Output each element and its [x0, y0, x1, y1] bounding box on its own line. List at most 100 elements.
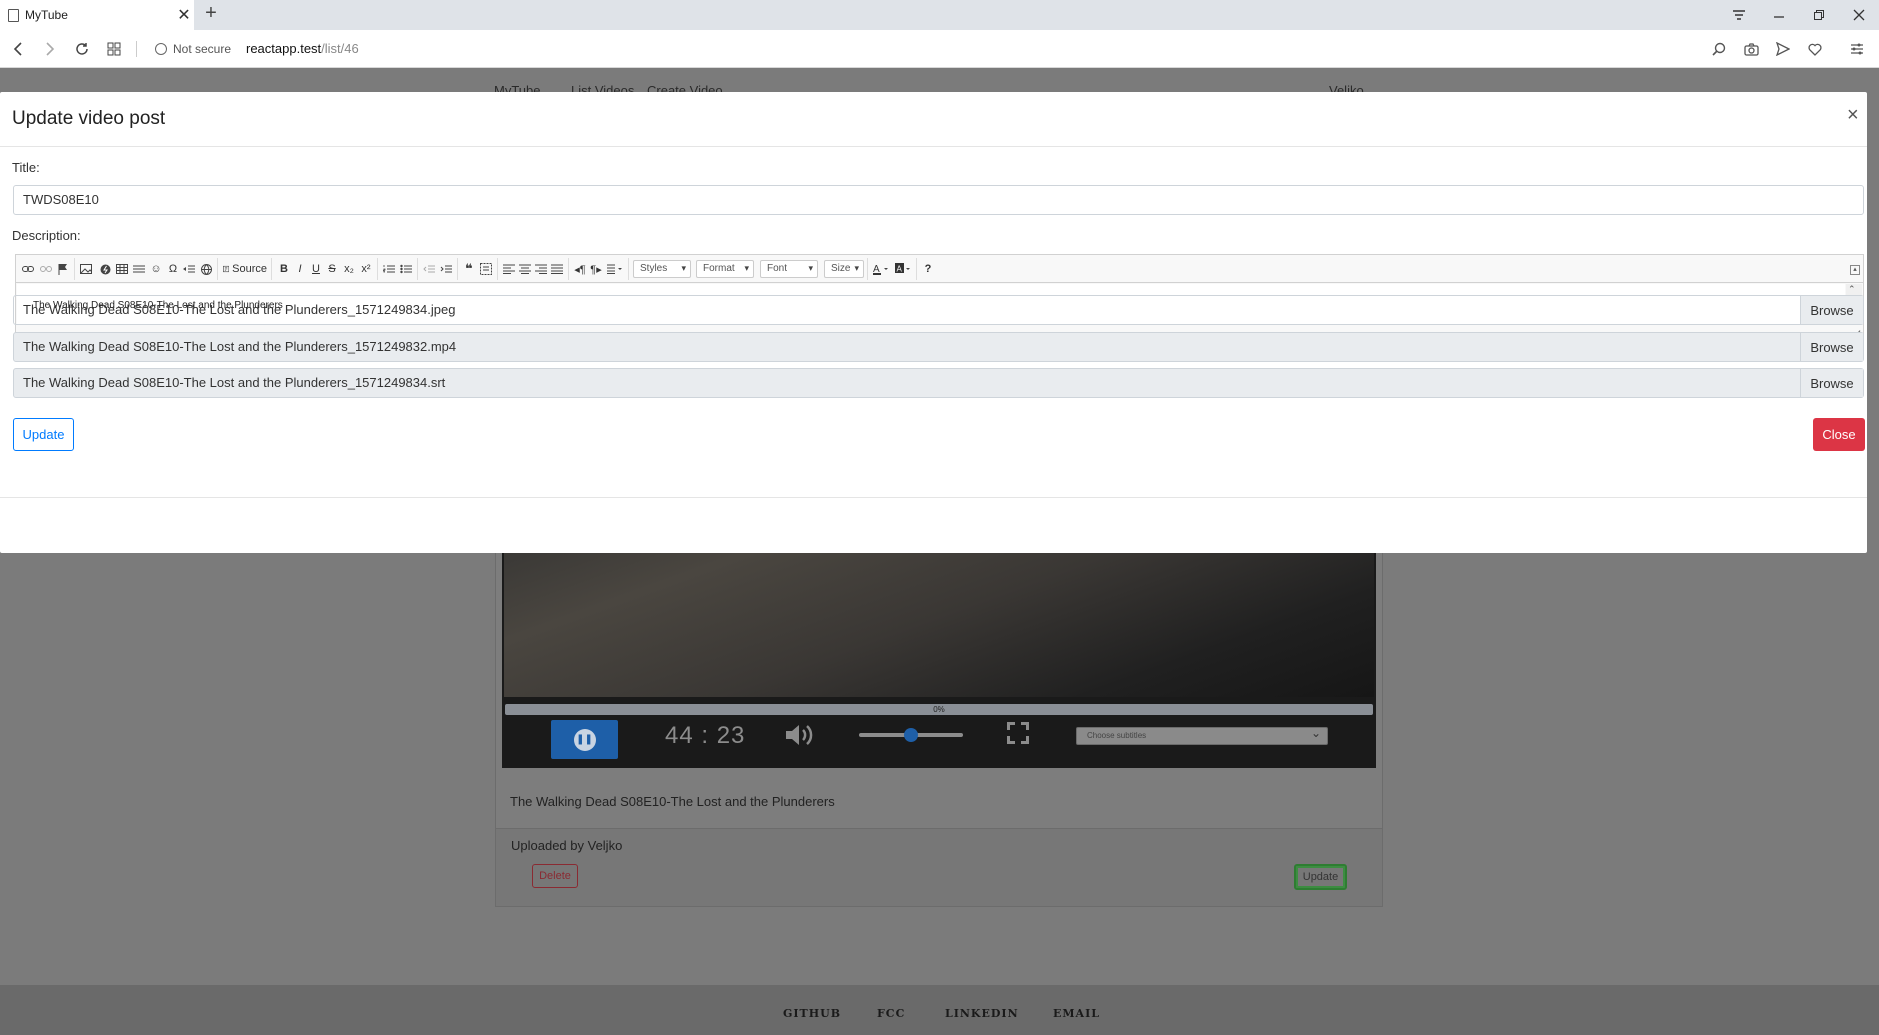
footer-link-email[interactable]: EMAIL [1053, 1007, 1100, 1020]
speed-dial-icon[interactable] [103, 38, 125, 60]
strikethrough-button[interactable]: S [325, 261, 339, 277]
close-button[interactable]: Close [1813, 418, 1865, 451]
bold-button[interactable]: B [277, 261, 291, 277]
toolbar-separator [628, 258, 629, 280]
modal-close-icon[interactable]: × [1847, 104, 1859, 127]
tab-close-icon[interactable]: ✕ [174, 5, 194, 25]
subtitle-file-input[interactable]: The Walking Dead S08E10-The Lost and the… [13, 368, 1864, 398]
help-button[interactable]: ? [921, 261, 935, 277]
send-icon[interactable] [1773, 39, 1793, 59]
progress-label: 0% [933, 705, 945, 714]
anchor-icon[interactable] [56, 261, 70, 277]
horizontal-line-icon[interactable] [132, 261, 146, 277]
smiley-icon[interactable]: ☺ [149, 261, 163, 277]
security-indicator[interactable]: Not secure [155, 42, 231, 56]
text-rtl-icon[interactable]: ¶▸ [589, 261, 603, 277]
description-label: Description: [12, 228, 81, 243]
underline-button[interactable]: U [309, 261, 323, 277]
address-bar: Not secure reactapp.test/list/46 [0, 30, 1879, 68]
styles-dropdown[interactable]: Styles [633, 260, 691, 278]
source-button[interactable]: Source [223, 261, 267, 277]
new-tab-button[interactable]: + [200, 2, 222, 25]
globe-icon [155, 43, 167, 55]
toolbar-separator [74, 258, 75, 280]
outdent-icon[interactable] [422, 261, 436, 277]
pause-button[interactable]: ❚❚ [551, 720, 618, 759]
video-browse-button[interactable]: Browse [1800, 333, 1863, 361]
indent-icon[interactable] [439, 261, 453, 277]
bulleted-list-icon[interactable] [399, 261, 413, 277]
blockquote-icon[interactable]: ❝ [462, 261, 476, 277]
scroll-up-icon[interactable]: ⌃ [1848, 284, 1856, 295]
uploaded-by-text: Uploaded by Veljko [511, 838, 623, 853]
table-icon[interactable] [115, 261, 129, 277]
card-update-button[interactable]: Update [1294, 864, 1347, 890]
video-progress-bar[interactable]: 0% [505, 704, 1373, 715]
align-right-icon[interactable] [534, 261, 548, 277]
search-icon[interactable] [1709, 39, 1729, 59]
toolbar-collapse-icon[interactable]: ▴ [1850, 265, 1860, 275]
tab-list-icon[interactable] [1719, 0, 1759, 30]
title-input[interactable]: TWDS08E10 [13, 185, 1864, 215]
align-left-icon[interactable] [502, 261, 516, 277]
link-icon[interactable] [21, 261, 35, 277]
browser-tab[interactable]: MyTube ✕ [0, 0, 194, 30]
toolbar-separator [271, 258, 272, 280]
font-dropdown[interactable]: Font [760, 260, 818, 278]
justify-icon[interactable] [550, 261, 564, 277]
flash-icon[interactable] [98, 261, 112, 277]
div-container-icon[interactable] [479, 261, 493, 277]
camera-icon[interactable] [1741, 39, 1761, 59]
thumbnail-file-input[interactable]: The Walking Dead S08E10-The Lost and the… [13, 295, 1864, 325]
delete-button[interactable]: Delete [532, 864, 578, 888]
background-color-icon[interactable]: A [894, 261, 914, 277]
footer-link-github[interactable]: GITHUB [783, 1007, 841, 1020]
subtitle-browse-button[interactable]: Browse [1800, 369, 1863, 397]
forward-icon[interactable] [39, 38, 61, 60]
time-display: 44 : 23 [665, 722, 746, 749]
tab-title: MyTube [25, 8, 68, 22]
toolbar-separator [497, 258, 498, 280]
format-dropdown[interactable]: Format [696, 260, 754, 278]
toolbar-separator [377, 258, 378, 280]
url-field[interactable]: reactapp.test/list/46 [246, 41, 359, 56]
site-footer: GITHUB FCC LINKEDIN EMAIL [0, 985, 1879, 1035]
iframe-icon[interactable] [199, 261, 213, 277]
volume-slider-handle[interactable] [904, 728, 918, 742]
editor-toolbar: ☺ Ω Source B I U S x₂ x² ❝ ◂¶ ¶▸ Styles … [16, 255, 1863, 283]
special-char-icon[interactable]: Ω [166, 261, 180, 277]
toolbar-separator [457, 258, 458, 280]
thumbnail-browse-button[interactable]: Browse [1800, 296, 1863, 324]
window-close-icon[interactable] [1839, 0, 1879, 30]
minimize-icon[interactable] [1759, 0, 1799, 30]
footer-link-linkedin[interactable]: LINKEDIN [945, 1007, 1019, 1020]
page-break-icon[interactable] [182, 261, 196, 277]
size-dropdown[interactable]: Size [824, 260, 864, 278]
footer-link-fcc[interactable]: FCC [877, 1007, 905, 1020]
subtitle-file-name: The Walking Dead S08E10-The Lost and the… [23, 375, 446, 390]
update-button[interactable]: Update [13, 418, 74, 451]
italic-button[interactable]: I [293, 261, 307, 277]
language-icon[interactable] [605, 261, 625, 277]
title-label: Title: [12, 160, 40, 175]
image-icon[interactable] [79, 261, 93, 277]
superscript-button[interactable]: x² [358, 261, 374, 277]
volume-icon[interactable] [784, 722, 816, 755]
unlink-icon[interactable] [39, 261, 53, 277]
heart-icon[interactable] [1805, 39, 1825, 59]
subscript-button[interactable]: x₂ [341, 261, 357, 277]
restore-icon[interactable] [1799, 0, 1839, 30]
fullscreen-icon[interactable] [1007, 722, 1029, 744]
back-icon[interactable] [7, 38, 29, 60]
video-file-input[interactable]: The Walking Dead S08E10-The Lost and the… [13, 332, 1864, 362]
volume-slider[interactable] [859, 728, 963, 742]
video-file-name: The Walking Dead S08E10-The Lost and the… [23, 339, 457, 354]
subtitles-select[interactable]: Choose subtitles [1076, 726, 1328, 745]
align-center-icon[interactable] [518, 261, 532, 277]
numbered-list-icon[interactable] [382, 261, 396, 277]
text-ltr-icon[interactable]: ◂¶ [573, 261, 587, 277]
security-label: Not secure [173, 42, 232, 56]
text-color-icon[interactable]: A [872, 261, 892, 277]
easy-setup-icon[interactable] [1847, 39, 1867, 59]
reload-icon[interactable] [71, 38, 93, 60]
